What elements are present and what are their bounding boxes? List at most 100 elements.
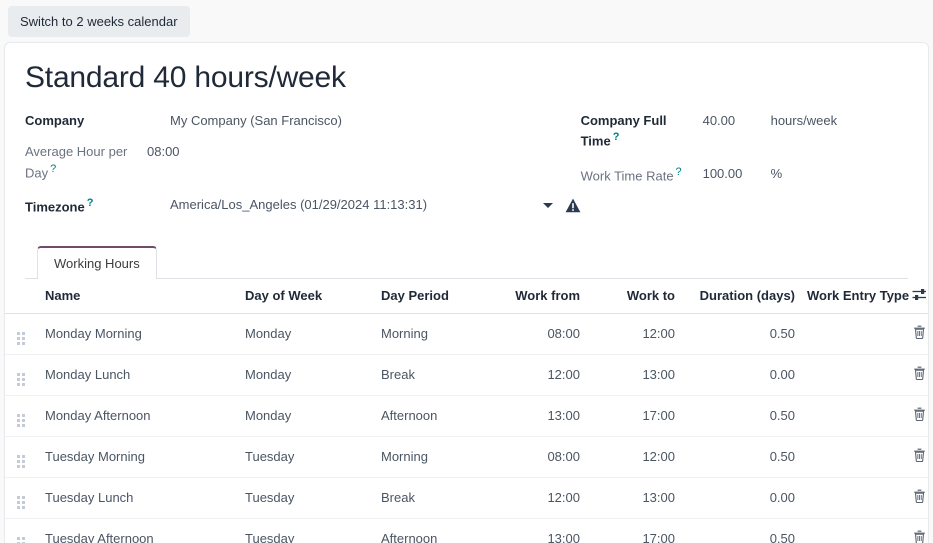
cell-work-to[interactable]: 12:00 xyxy=(586,313,681,354)
table-row[interactable]: Monday AfternoonMondayAfternoon13:0017:0… xyxy=(5,395,929,436)
field-label-timezone-text: Timezone xyxy=(25,200,85,215)
cell-work-entry-type[interactable] xyxy=(801,477,901,518)
cell-work-entry-type[interactable] xyxy=(801,354,901,395)
company-value-text: My Company (San Francisco) xyxy=(170,112,342,131)
trash-icon[interactable] xyxy=(913,367,926,383)
cell-name[interactable]: Monday Lunch xyxy=(39,354,239,395)
drag-handle-icon[interactable] xyxy=(17,373,25,386)
cell-day-period[interactable]: Break xyxy=(375,477,491,518)
column-header-work-from[interactable]: Work from xyxy=(491,279,586,314)
cell-work-from[interactable]: 13:00 xyxy=(491,518,586,543)
column-header-duration-days[interactable]: Duration (days) xyxy=(681,279,801,314)
cell-day-period[interactable]: Afternoon xyxy=(375,518,491,543)
cell-day-period[interactable]: Morning xyxy=(375,436,491,477)
column-header-day-of-week[interactable]: Day of Week xyxy=(239,279,375,314)
table-row[interactable]: Monday MorningMondayMorning08:0012:000.5… xyxy=(5,313,929,354)
cell-duration[interactable]: 0.50 xyxy=(681,436,801,477)
field-label-average-hour-per-day: Average Hour per Day? xyxy=(25,143,147,183)
row-drag-cell xyxy=(5,313,39,354)
drag-handle-icon[interactable] xyxy=(17,496,25,509)
sliders-icon[interactable] xyxy=(912,288,927,301)
help-tooltip-icon[interactable]: ? xyxy=(87,197,94,209)
row-delete-cell xyxy=(901,313,929,354)
cell-work-from[interactable]: 12:00 xyxy=(491,354,586,395)
field-value-company[interactable]: My Company (San Francisco) xyxy=(170,112,581,131)
drag-handle-icon[interactable] xyxy=(17,332,25,345)
cell-day-period[interactable]: Morning xyxy=(375,313,491,354)
trash-icon[interactable] xyxy=(913,326,926,342)
cell-day-of-week[interactable]: Tuesday xyxy=(239,477,375,518)
work-time-rate-unit-text: % xyxy=(771,165,783,184)
timezone-select[interactable]: America/Los_Angeles (01/29/2024 11:13:31… xyxy=(170,196,553,215)
cell-work-to[interactable]: 17:00 xyxy=(586,395,681,436)
field-label-timezone: Timezone? xyxy=(25,196,170,217)
trash-icon[interactable] xyxy=(913,531,926,543)
field-label-company-full-time-text: Company Full Time xyxy=(581,113,667,149)
cell-work-to[interactable]: 13:00 xyxy=(586,354,681,395)
working-hours-table: Name Day of Week Day Period Work from Wo… xyxy=(5,279,929,543)
cell-work-from[interactable]: 12:00 xyxy=(491,477,586,518)
field-company-full-time: Company Full Time? 40.00 hours/week xyxy=(581,112,908,152)
tab-working-hours[interactable]: Working Hours xyxy=(37,246,157,279)
row-drag-cell xyxy=(5,395,39,436)
cell-name[interactable]: Monday Afternoon xyxy=(39,395,239,436)
trash-icon[interactable] xyxy=(913,490,926,506)
cell-name[interactable]: Monday Morning xyxy=(39,313,239,354)
cell-name[interactable]: Tuesday Lunch xyxy=(39,477,239,518)
cell-name[interactable]: Tuesday Morning xyxy=(39,436,239,477)
cell-day-period[interactable]: Break xyxy=(375,354,491,395)
warning-triangle-icon[interactable] xyxy=(565,198,581,213)
cell-work-entry-type[interactable] xyxy=(801,313,901,354)
cell-duration[interactable]: 0.00 xyxy=(681,354,801,395)
row-delete-cell xyxy=(901,354,929,395)
drag-handle-icon[interactable] xyxy=(17,414,25,427)
cell-day-of-week[interactable]: Monday xyxy=(239,354,375,395)
table-row[interactable]: Tuesday LunchTuesdayBreak12:0013:000.00 xyxy=(5,477,929,518)
cell-work-from[interactable]: 08:00 xyxy=(491,436,586,477)
cell-work-from[interactable]: 08:00 xyxy=(491,313,586,354)
form-column-right: Company Full Time? 40.00 hours/week Work… xyxy=(581,112,908,231)
cell-work-entry-type[interactable] xyxy=(801,518,901,543)
cell-work-entry-type[interactable] xyxy=(801,436,901,477)
row-drag-cell xyxy=(5,518,39,543)
cell-day-of-week[interactable]: Tuesday xyxy=(239,518,375,543)
cell-work-to[interactable]: 13:00 xyxy=(586,477,681,518)
column-header-day-period[interactable]: Day Period xyxy=(375,279,491,314)
cell-name[interactable]: Tuesday Afternoon xyxy=(39,518,239,543)
cell-day-of-week[interactable]: Tuesday xyxy=(239,436,375,477)
company-full-time-unit-text: hours/week xyxy=(771,112,837,131)
drag-handle-icon[interactable] xyxy=(17,537,25,543)
trash-icon[interactable] xyxy=(913,408,926,424)
cell-work-from[interactable]: 13:00 xyxy=(491,395,586,436)
cell-duration[interactable]: 0.50 xyxy=(681,518,801,543)
cell-work-to[interactable]: 12:00 xyxy=(586,436,681,477)
field-value-average-hour-per-day: 08:00 xyxy=(147,143,581,162)
help-tooltip-icon[interactable]: ? xyxy=(50,163,56,175)
drag-handle-icon[interactable] xyxy=(17,455,25,468)
company-full-time-value-text[interactable]: 40.00 xyxy=(703,112,755,131)
help-tooltip-icon[interactable]: ? xyxy=(613,131,620,143)
field-value-work-time-rate: 100.00 % xyxy=(703,165,908,184)
switch-to-2-weeks-calendar-button[interactable]: Switch to 2 weeks calendar xyxy=(8,6,190,37)
column-header-work-to[interactable]: Work to xyxy=(586,279,681,314)
field-company: Company My Company (San Francisco) xyxy=(25,112,581,131)
field-value-company-full-time: 40.00 hours/week xyxy=(703,112,908,131)
trash-icon[interactable] xyxy=(913,449,926,465)
table-row[interactable]: Monday LunchMondayBreak12:0013:000.00 xyxy=(5,354,929,395)
help-tooltip-icon[interactable]: ? xyxy=(676,166,682,178)
cell-duration[interactable]: 0.50 xyxy=(681,313,801,354)
cell-day-of-week[interactable]: Monday xyxy=(239,313,375,354)
notebook: Working Hours xyxy=(25,245,908,279)
chevron-down-icon[interactable] xyxy=(543,203,553,208)
column-header-work-entry-type[interactable]: Work Entry Type xyxy=(801,279,901,314)
row-drag-cell xyxy=(5,436,39,477)
cell-duration[interactable]: 0.00 xyxy=(681,477,801,518)
cell-work-to[interactable]: 17:00 xyxy=(586,518,681,543)
cell-day-period[interactable]: Afternoon xyxy=(375,395,491,436)
cell-day-of-week[interactable]: Monday xyxy=(239,395,375,436)
table-row[interactable]: Tuesday AfternoonTuesdayAfternoon13:0017… xyxy=(5,518,929,543)
cell-work-entry-type[interactable] xyxy=(801,395,901,436)
cell-duration[interactable]: 0.50 xyxy=(681,395,801,436)
table-row[interactable]: Tuesday MorningTuesdayMorning08:0012:000… xyxy=(5,436,929,477)
column-header-name[interactable]: Name xyxy=(39,279,239,314)
